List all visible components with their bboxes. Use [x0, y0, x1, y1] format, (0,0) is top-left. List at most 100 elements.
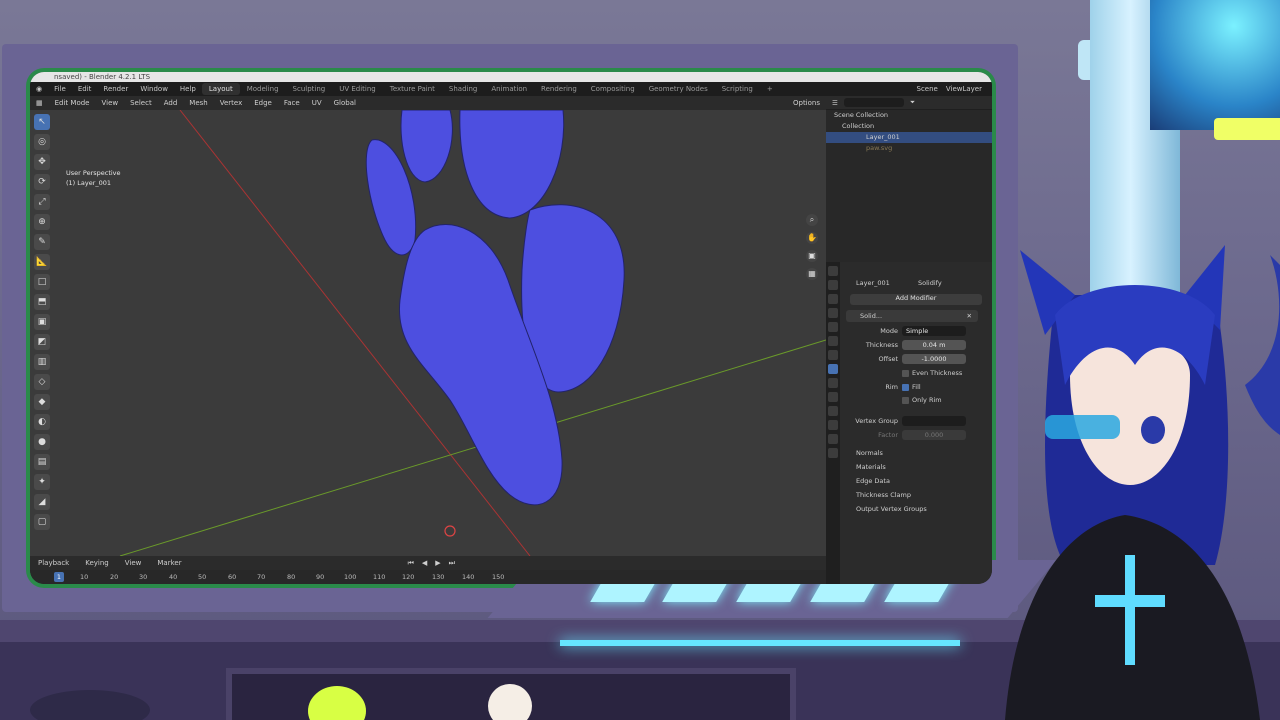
modifier-tab-icon[interactable] [828, 364, 838, 374]
tab-animation[interactable]: Animation [484, 83, 534, 95]
outliner-collection[interactable]: Collection [826, 121, 992, 132]
object-tab-icon[interactable] [828, 350, 838, 360]
tab-compositing[interactable]: Compositing [584, 83, 642, 95]
menu-playback[interactable]: Playback [30, 559, 77, 567]
rip-tool-icon[interactable]: ▢ [34, 514, 50, 530]
outliner-search-input[interactable] [843, 98, 904, 107]
menu-add[interactable]: Add [158, 99, 184, 107]
subpanel-normals[interactable]: Normals [842, 448, 992, 459]
tab-geometry-nodes[interactable]: Geometry Nodes [642, 83, 715, 95]
scene-selector[interactable]: Scene [917, 85, 938, 93]
subpanel-materials[interactable]: Materials [842, 462, 992, 473]
scene-tab-icon[interactable] [828, 322, 838, 332]
subpanel-edge-data[interactable]: Edge Data [842, 476, 992, 487]
grid-view-icon[interactable]: ▦ [806, 268, 818, 280]
menu-mesh[interactable]: Mesh [183, 99, 213, 107]
menu-marker[interactable]: Marker [149, 559, 189, 567]
mode-select[interactable]: Simple [902, 326, 966, 336]
tool-tab-icon[interactable] [828, 266, 838, 276]
modifier-name-field[interactable]: Solid... [860, 312, 882, 320]
tab-uv-editing[interactable]: UV Editing [332, 83, 383, 95]
transform-tool-icon[interactable]: ⊕ [34, 214, 50, 230]
loop-cut-tool-icon[interactable]: ▥ [34, 354, 50, 370]
constraints-tab-icon[interactable] [828, 406, 838, 416]
remove-modifier-icon[interactable]: ✕ [967, 310, 972, 322]
add-cube-tool-icon[interactable]: □ [34, 274, 50, 290]
mode-selector[interactable]: Edit Mode [49, 99, 96, 107]
particles-tab-icon[interactable] [828, 378, 838, 388]
tab-scripting[interactable]: Scripting [715, 83, 760, 95]
offset-field[interactable]: -1.0000 [902, 354, 966, 364]
view-layer-tab-icon[interactable] [828, 308, 838, 318]
timeline-ruler[interactable]: 1 10 20 30 40 50 60 70 80 90 100 110 120… [30, 570, 826, 584]
factor-field[interactable]: 0.000 [902, 430, 966, 440]
modifier-header[interactable]: Solid... ✕ [846, 310, 978, 322]
thickness-field[interactable]: 0.04 m [902, 340, 966, 350]
tab-texture-paint[interactable]: Texture Paint [383, 83, 442, 95]
menu-edge[interactable]: Edge [248, 99, 278, 107]
menu-render[interactable]: Render [97, 85, 134, 93]
menu-vertex[interactable]: Vertex [214, 99, 249, 107]
outliner-item-layer-001[interactable]: Layer_001 [826, 132, 992, 143]
vertex-group-field[interactable] [902, 416, 966, 426]
extrude-tool-icon[interactable]: ⬒ [34, 294, 50, 310]
outliner-type-icon[interactable]: ☰ [832, 99, 838, 107]
shear-tool-icon[interactable]: ◢ [34, 494, 50, 510]
texture-tab-icon[interactable] [828, 448, 838, 458]
select-tool-icon[interactable]: ↖ [34, 114, 50, 130]
knife-tool-icon[interactable]: ◇ [34, 374, 50, 390]
outliner-scene-collection[interactable]: Scene Collection [826, 110, 992, 121]
play-icon[interactable]: ▶ [427, 559, 448, 567]
only-rim-checkbox[interactable]: Only Rim [902, 395, 942, 406]
output-tab-icon[interactable] [828, 294, 838, 304]
menu-keying[interactable]: Keying [77, 559, 117, 567]
measure-tool-icon[interactable]: 📐 [34, 254, 50, 270]
menu-edit[interactable]: Edit [72, 85, 98, 93]
bevel-tool-icon[interactable]: ◩ [34, 334, 50, 350]
physics-tab-icon[interactable] [828, 392, 838, 402]
current-frame[interactable]: 1 [54, 572, 64, 582]
render-tab-icon[interactable] [828, 280, 838, 290]
add-modifier-button[interactable]: Add Modifier [850, 294, 982, 305]
hand-pan-icon[interactable]: ✋ [806, 232, 818, 244]
edge-slide-tool-icon[interactable]: ▤ [34, 454, 50, 470]
annotate-tool-icon[interactable]: ✎ [34, 234, 50, 250]
menu-timeline-view[interactable]: View [117, 559, 150, 567]
scale-tool-icon[interactable]: ⤢ [34, 194, 50, 210]
spin-tool-icon[interactable]: ◐ [34, 414, 50, 430]
zoom-icon[interactable]: ⌕ [806, 214, 818, 226]
tab-modeling[interactable]: Modeling [240, 83, 286, 95]
move-tool-icon[interactable]: ✥ [34, 154, 50, 170]
even-thickness-checkbox[interactable]: Even Thickness [902, 368, 962, 379]
tab-sculpting[interactable]: Sculpting [286, 83, 333, 95]
editor-type-icon[interactable]: ▦ [30, 99, 49, 107]
material-tab-icon[interactable] [828, 434, 838, 444]
inset-tool-icon[interactable]: ▣ [34, 314, 50, 330]
add-workspace-icon[interactable]: + [760, 83, 780, 95]
blender-logo-icon[interactable]: ◉ [30, 85, 48, 93]
camera-icon[interactable]: ▣ [806, 250, 818, 262]
3d-viewport[interactable]: User Perspective (1) Layer_001 ⌕ ✋ ▣ ▦ [30, 110, 826, 556]
filter-icon[interactable]: ⏷ [910, 98, 915, 107]
data-tab-icon[interactable] [828, 420, 838, 430]
menu-face[interactable]: Face [278, 99, 306, 107]
transform-orientation[interactable]: Global [328, 99, 362, 107]
menu-uv[interactable]: UV [306, 99, 328, 107]
poly-build-tool-icon[interactable]: ◆ [34, 394, 50, 410]
tab-shading[interactable]: Shading [442, 83, 484, 95]
cursor-tool-icon[interactable]: ◎ [34, 134, 50, 150]
tab-rendering[interactable]: Rendering [534, 83, 584, 95]
rotate-tool-icon[interactable]: ⟳ [34, 174, 50, 190]
smooth-tool-icon[interactable]: ● [34, 434, 50, 450]
menu-window[interactable]: Window [134, 85, 174, 93]
options-menu[interactable]: Options [787, 99, 826, 107]
jump-end-icon[interactable]: ⏭ [449, 559, 455, 568]
menu-file[interactable]: File [48, 85, 72, 93]
subpanel-thickness-clamp[interactable]: Thickness Clamp [842, 490, 992, 501]
world-tab-icon[interactable] [828, 336, 838, 346]
fill-checkbox[interactable]: Fill [902, 382, 921, 393]
view-layer-selector[interactable]: ViewLayer [946, 85, 982, 93]
jump-start-icon[interactable]: ⏮ [400, 559, 422, 568]
menu-view[interactable]: View [95, 99, 124, 107]
menu-help[interactable]: Help [174, 85, 202, 93]
